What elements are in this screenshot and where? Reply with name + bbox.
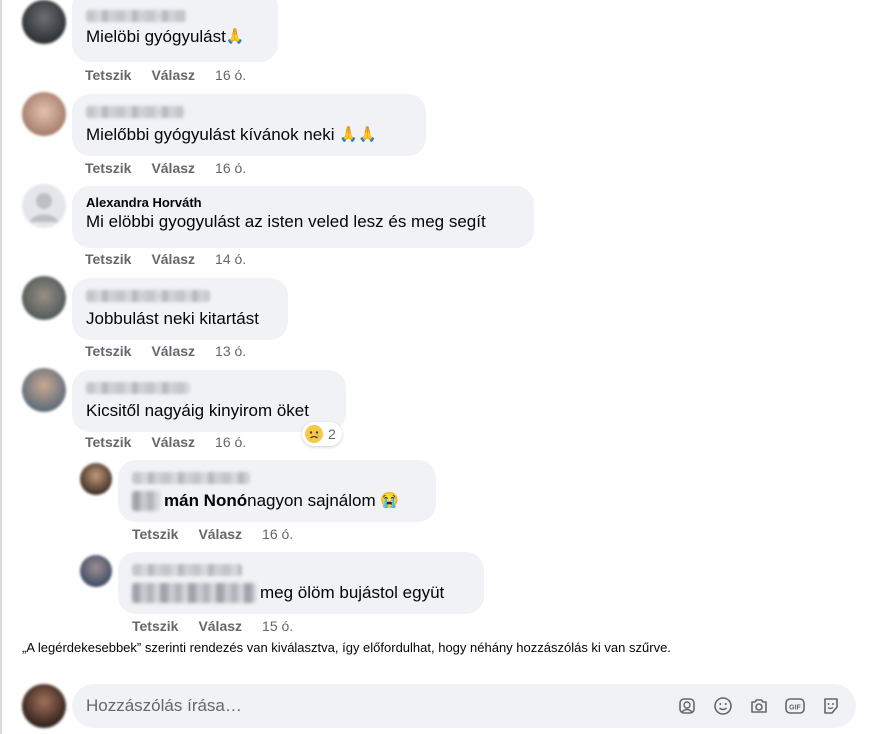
- svg-text:GIF: GIF: [789, 705, 801, 712]
- reply-author-blurred[interactable]: [132, 564, 242, 576]
- sticker-icon[interactable]: [820, 695, 842, 717]
- like-button[interactable]: Tetszik: [132, 618, 178, 634]
- mention-blurred: [132, 491, 160, 511]
- comment-actions: Tetszik Válasz 14 ó.: [85, 251, 246, 267]
- avatar[interactable]: [22, 368, 66, 412]
- comment-author-blurred[interactable]: [86, 290, 210, 302]
- comment-bubble: Mielöbi gyógyulást 🙏: [72, 0, 278, 62]
- comment-bubble: Alexandra Horváth Mi elöbbi gyogyulást a…: [72, 186, 534, 248]
- pray-emoji: 🙏🙏: [339, 126, 377, 143]
- sticker-avatar-icon[interactable]: [676, 695, 698, 717]
- comment-bubble: Jobbulást neki kitartást: [72, 278, 288, 340]
- composer-icons: GIF: [676, 695, 842, 717]
- avatar[interactable]: [80, 555, 112, 587]
- like-button[interactable]: Tetszik: [85, 251, 131, 267]
- default-avatar[interactable]: [22, 184, 66, 228]
- reply-text: meg ölöm bujástol együt: [132, 582, 470, 604]
- emoji-icon[interactable]: [712, 695, 734, 717]
- comment-actions: Tetszik Válasz 16 ó.: [85, 67, 246, 83]
- comment-text: Jobbulást neki kitartást: [86, 309, 259, 328]
- reply-bubble: mán Nonó nagyon sajnálom 😭: [118, 460, 436, 522]
- avatar[interactable]: [22, 0, 66, 44]
- reply-time[interactable]: 15 ó.: [262, 618, 293, 634]
- camera-icon[interactable]: [748, 695, 770, 717]
- comment-time[interactable]: 16 ó.: [215, 67, 246, 83]
- reply-button[interactable]: Válasz: [151, 251, 195, 267]
- reply-bubble: meg ölöm bujástol együt: [118, 552, 484, 614]
- reply-button[interactable]: Válasz: [151, 67, 195, 83]
- comment-author[interactable]: Alexandra Horváth: [86, 195, 520, 207]
- reply-button[interactable]: Válasz: [198, 526, 242, 542]
- sort-notice: „A legérdekesebbek” szerinti rendezés va…: [22, 640, 671, 655]
- comment-actions: Tetszik Válasz 16 ó.: [85, 434, 246, 450]
- reply-button[interactable]: Válasz: [151, 160, 195, 176]
- comment-text: Mielőbbi gyógyulást kívánok neki 🙏🙏: [86, 125, 377, 144]
- comment-author-blurred[interactable]: [86, 106, 184, 118]
- like-button[interactable]: Tetszik: [85, 343, 131, 359]
- like-button[interactable]: Tetszik: [85, 160, 131, 176]
- comment-time[interactable]: 14 ó.: [215, 251, 246, 267]
- crying-emoji: 😭: [380, 492, 400, 509]
- mention-blurred: [132, 583, 256, 603]
- avatar[interactable]: [80, 463, 112, 495]
- gif-icon[interactable]: GIF: [784, 695, 806, 717]
- comment-time[interactable]: 16 ó.: [215, 160, 246, 176]
- comment-actions: Tetszik Válasz 16 ó.: [85, 160, 246, 176]
- reply-actions: Tetszik Válasz 16 ó.: [132, 526, 293, 542]
- comment-text: Mi elöbbi gyogyulást az isten veled lesz…: [86, 212, 486, 231]
- reply-button[interactable]: Válasz: [198, 618, 242, 634]
- comment-composer: GIF: [72, 684, 856, 728]
- comment-author-blurred[interactable]: [86, 382, 190, 394]
- comment-time[interactable]: 16 ó.: [215, 434, 246, 450]
- comment-actions: Tetszik Válasz 13 ó.: [85, 343, 246, 359]
- comment-bubble: Kicsitől nagyáig kinyirom öket: [72, 370, 346, 432]
- comment-input[interactable]: [86, 696, 676, 716]
- like-button[interactable]: Tetszik: [85, 434, 131, 450]
- pray-emoji: 🙏: [225, 28, 245, 45]
- default-user-icon: [30, 193, 58, 222]
- like-button[interactable]: Tetszik: [132, 526, 178, 542]
- comment-bubble: Mielőbbi gyógyulást kívánok neki 🙏🙏: [72, 94, 426, 156]
- reply-button[interactable]: Válasz: [151, 434, 195, 450]
- avatar[interactable]: [22, 276, 66, 320]
- like-button[interactable]: Tetszik: [85, 67, 131, 83]
- comment-text: Mielöbi gyógyulást 🙏: [86, 27, 245, 46]
- reply-author-blurred[interactable]: [132, 472, 250, 484]
- sad-emoji-icon: [305, 425, 323, 443]
- reply-text: mán Nonó nagyon sajnálom 😭: [132, 490, 422, 512]
- reaction-badge[interactable]: 2: [302, 422, 342, 446]
- comment-text: Kicsitől nagyáig kinyirom öket: [86, 401, 309, 420]
- mention-link[interactable]: mán Nonó: [164, 490, 247, 512]
- current-user-avatar[interactable]: [22, 684, 66, 728]
- reply-actions: Tetszik Válasz 15 ó.: [132, 618, 293, 634]
- comment-author-blurred[interactable]: [86, 10, 186, 22]
- reply-button[interactable]: Válasz: [151, 343, 195, 359]
- left-divider: [0, 0, 2, 734]
- avatar[interactable]: [22, 92, 66, 136]
- comment-time[interactable]: 13 ó.: [215, 343, 246, 359]
- reply-time[interactable]: 16 ó.: [262, 526, 293, 542]
- reaction-count: 2: [328, 426, 336, 442]
